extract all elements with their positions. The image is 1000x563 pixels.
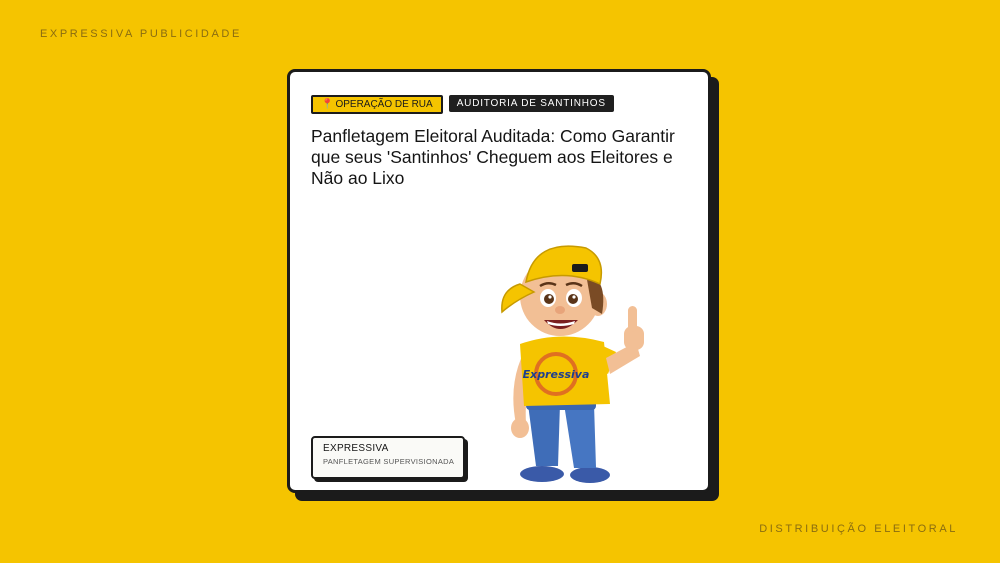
tag-label: OPERAÇÃO DE RUA	[335, 99, 433, 110]
brand-name: EXPRESSIVA	[323, 443, 389, 454]
shirt-logo-text: Expressiva	[523, 368, 590, 381]
article-card[interactable]: 📍 OPERAÇÃO DE RUA AUDITORIA DE SANTINHOS …	[287, 69, 711, 493]
tag-label: AUDITORIA DE SANTINHOS	[456, 98, 606, 109]
brand-corner-label: EXPRESSIVA PUBLICIDADE	[40, 28, 242, 40]
mascot-illustration: Expressiva	[501, 245, 644, 483]
category-corner-label: DISTRIBUIÇÃO ELEITORAL	[759, 523, 958, 535]
tag-list: 📍 OPERAÇÃO DE RUA AUDITORIA DE SANTINHOS	[311, 95, 614, 114]
article-headline[interactable]: Panfletagem Eleitoral Auditada: Como Gar…	[311, 126, 691, 189]
brand-subtitle: PANFLETAGEM SUPERVISIONADA	[323, 457, 455, 466]
pin-icon: 📍	[321, 99, 334, 110]
tag-street-operation[interactable]: 📍 OPERAÇÃO DE RUA	[311, 95, 443, 114]
tag-audit[interactable]: AUDITORIA DE SANTINHOS	[448, 95, 614, 112]
brand-box: EXPRESSIVA PANFLETAGEM SUPERVISIONADA	[311, 436, 465, 479]
